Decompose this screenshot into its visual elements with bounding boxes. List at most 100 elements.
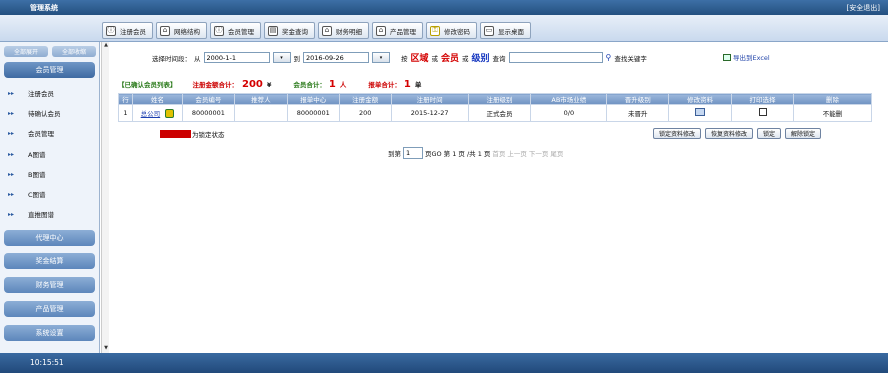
lock-edit-button[interactable]: 锁定资料修改 xyxy=(653,128,702,139)
print-checkbox[interactable] xyxy=(758,108,767,116)
sidebar-scrollbar[interactable]: ▲ ▼ xyxy=(101,42,109,353)
col-amount: 注册金额 xyxy=(338,93,392,105)
cell-edit xyxy=(668,104,733,122)
sidebar-group-agent[interactable]: 代理中心 xyxy=(4,230,95,246)
table-header-row: 行 姓名 会员编号 推荐人 报单中心 注册金额 注册时间 注册级别 AB市场业绩… xyxy=(118,93,872,105)
export-label: 导出到Excel xyxy=(733,54,770,62)
main-content: 选择时间段： 从 ▾ 到 ▾ 按 区域 或 会员 或 级别 查询 ⚲ 查找关键字… xyxy=(112,42,878,353)
pager-total: /共 1 页 xyxy=(466,150,491,158)
from-label: 从 xyxy=(194,54,201,63)
cell-level: 正式会员 xyxy=(467,104,532,122)
or-text: 或 xyxy=(462,54,469,63)
sidebar-item-member-manage[interactable]: ▸▸ 会员管理 xyxy=(8,128,54,139)
sidebar-group-settings[interactable]: 系统设置 xyxy=(4,325,95,341)
pager-go-button[interactable]: 页GO xyxy=(425,148,442,158)
by-region-text: 区域 xyxy=(410,54,429,64)
sidebar-item-a-graph[interactable]: ▸▸ A图谱 xyxy=(8,149,46,160)
pager-next[interactable]: 下一页 xyxy=(529,148,549,158)
cell-promotion: 未晋升 xyxy=(606,104,670,122)
order-total-value: 1 xyxy=(403,79,411,90)
pager-last[interactable]: 尾页 xyxy=(550,148,563,158)
bonus-icon: ▤ xyxy=(268,25,278,36)
export-excel-link[interactable]: 导出到Excel xyxy=(723,52,770,62)
network-icon: ⌂ xyxy=(160,25,170,36)
edit-icon[interactable] xyxy=(695,108,706,116)
col-ab: AB市场业绩 xyxy=(530,93,608,105)
sidebar-item-label: 待确认会员 xyxy=(28,110,61,118)
sidebar-group-bonus[interactable]: 奖金结算 xyxy=(4,253,95,269)
filter-row: 选择时间段： 从 ▾ 到 ▾ 按 区域 或 会员 或 级别 查询 ⚲ 查找关键字 xyxy=(152,51,647,64)
cell-delete: 不能删 xyxy=(793,104,872,122)
page-number-input[interactable] xyxy=(403,147,423,159)
col-row: 行 xyxy=(118,93,133,105)
unlock-button[interactable]: 解除锁定 xyxy=(785,128,822,139)
member-table: 行 姓名 会员编号 推荐人 报单中心 注册金额 注册时间 注册级别 AB市场业绩… xyxy=(118,93,872,122)
table-row: 1 总公司 80000001 80000001 200 2015-12-27 正… xyxy=(118,104,872,122)
sidebar-item-register[interactable]: ▸▸ 注册会员 xyxy=(8,88,54,99)
cell-member-no: 80000001 xyxy=(181,104,235,122)
col-name: 姓名 xyxy=(131,93,183,105)
by-member-text: 会员 xyxy=(441,54,460,64)
cell-referrer xyxy=(233,104,288,122)
clock: 10:15:51 xyxy=(30,358,64,367)
end-date-input[interactable] xyxy=(303,52,369,63)
expand-all-button[interactable]: 全部展开 xyxy=(4,46,48,57)
excel-icon xyxy=(723,53,731,61)
password-icon: ⚿ xyxy=(430,25,440,36)
sidebar-item-pending[interactable]: ▸▸ 待确认会员 xyxy=(8,108,61,119)
pager-to-label: 到第 xyxy=(388,150,401,158)
order-unit: 单 xyxy=(414,81,422,89)
double-arrow-icon: ▸▸ xyxy=(8,89,15,97)
logout-link[interactable]: [安全退出] xyxy=(847,3,880,13)
restore-edit-button[interactable]: 恢复资料修改 xyxy=(705,128,754,139)
sidebar: 全部展开 全部收缩 会员管理 ▸▸ 注册会员 ▸▸ 待确认会员 ▸▸ 会员管理 … xyxy=(0,42,100,353)
toolbar-finance-button[interactable]: ⌂ 财务明细 xyxy=(318,22,369,39)
col-print: 打印选择 xyxy=(731,93,794,105)
cell-center: 80000001 xyxy=(286,104,340,122)
sidebar-item-b-graph[interactable]: ▸▸ B图谱 xyxy=(8,169,46,180)
pager: 到第 页GO 第 1 页 /共 1 页 首页 上一页 下一页 尾页 xyxy=(388,147,563,159)
or-text: 或 xyxy=(431,54,439,63)
toolbar-bonus-button[interactable]: ▤ 奖金查询 xyxy=(264,22,315,39)
pager-prev[interactable]: 上一页 xyxy=(507,148,527,158)
sidebar-group-finance[interactable]: 财务管理 xyxy=(4,277,95,293)
toolbar-desktop-button[interactable]: ▭ 显示桌面 xyxy=(480,22,531,39)
keyword-search-input[interactable] xyxy=(508,52,603,63)
toolbar-product-button[interactable]: ⌂ 产品管理 xyxy=(372,22,423,39)
register-icon: ⓘ xyxy=(106,25,116,36)
sidebar-group-product[interactable]: 产品管理 xyxy=(4,301,95,317)
member-name-link[interactable]: 总公司 xyxy=(141,110,161,118)
toolbar-label: 财务明细 xyxy=(336,27,362,36)
sidebar-item-label: B图谱 xyxy=(28,171,46,179)
lock-button[interactable]: 锁定 xyxy=(757,128,782,139)
summary-row: 【已确认会员列表】 注册金额合计： 200 ¥ 会员合计： 1 人 报单合计： … xyxy=(118,79,421,90)
scroll-down-icon[interactable]: ▼ xyxy=(102,345,110,353)
sidebar-item-direct-graph[interactable]: ▸▸ 直推图谱 xyxy=(8,209,54,220)
end-date-picker-button[interactable]: ▾ xyxy=(372,52,390,63)
reg-total-value: 200 xyxy=(242,79,263,90)
member-badge-icon xyxy=(165,109,175,119)
sidebar-item-label: 注册会员 xyxy=(28,90,54,98)
search-icon[interactable]: ⚲ xyxy=(606,53,612,62)
member-total-label: 会员合计： xyxy=(293,81,326,89)
col-time: 注册时间 xyxy=(390,93,469,105)
toolbar-network-button[interactable]: ⌂ 网络结构 xyxy=(156,22,207,39)
pager-first[interactable]: 首页 xyxy=(492,148,505,158)
sidebar-item-label: C图谱 xyxy=(28,191,46,199)
lock-legend: 为锁定状态 xyxy=(160,129,225,139)
cell-amount: 200 xyxy=(338,104,392,122)
double-arrow-icon: ▸▸ xyxy=(8,170,15,178)
toolbar-register-button[interactable]: ⓘ 注册会员 xyxy=(102,22,153,39)
action-buttons: 锁定资料修改 恢复资料修改 锁定 解除锁定 xyxy=(653,128,822,139)
order-total-label: 报单合计： xyxy=(368,81,401,89)
scroll-up-icon[interactable]: ▲ xyxy=(102,42,110,50)
start-date-picker-button[interactable]: ▾ xyxy=(272,52,291,63)
start-date-input[interactable] xyxy=(203,52,270,63)
sidebar-item-c-graph[interactable]: ▸▸ C图谱 xyxy=(8,189,46,200)
toolbar-member-manage-button[interactable]: ⓘ 会员管理 xyxy=(210,22,261,39)
sidebar-group-member-manage[interactable]: 会员管理 xyxy=(4,62,95,78)
toolbar-password-button[interactable]: ⚿ 修改密码 xyxy=(426,22,477,39)
search-button[interactable]: 查找关键字 xyxy=(614,53,647,63)
sidebar-item-label: A图谱 xyxy=(28,151,46,159)
collapse-all-button[interactable]: 全部收缩 xyxy=(52,46,96,57)
